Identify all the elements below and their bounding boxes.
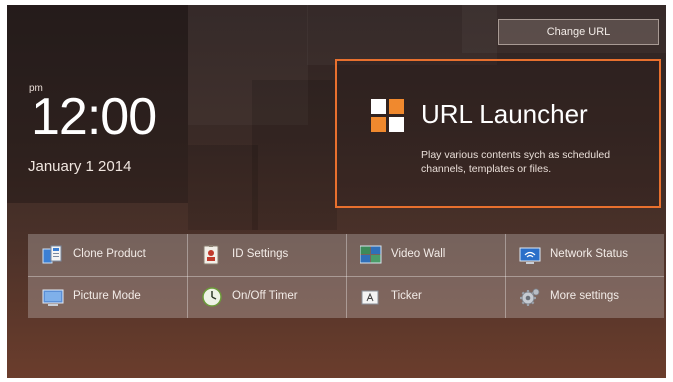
background-tile [252, 80, 337, 230]
clone-product-icon [42, 245, 62, 264]
video-wall-icon [360, 245, 382, 264]
ticker-icon [361, 290, 379, 305]
change-url-button[interactable]: Change URL [498, 19, 659, 45]
menu-item-label: More settings [550, 290, 620, 302]
network-status-icon [519, 247, 541, 264]
url-launcher-logo-icon [371, 99, 405, 133]
menu-item-network-status[interactable]: Network Status [505, 234, 664, 276]
menu-item-more-settings[interactable]: More settings [505, 276, 664, 318]
menu-item-picture-mode[interactable]: Picture Mode [28, 276, 187, 318]
menu-item-video-wall[interactable]: Video Wall [346, 234, 505, 276]
menu-item-label: On/Off Timer [232, 290, 298, 302]
menu-item-label: Clone Product [73, 248, 146, 260]
menu-item-label: ID Settings [232, 248, 289, 260]
menu-item-label: Video Wall [391, 248, 446, 260]
menu-item-on-off-timer[interactable]: On/Off Timer [187, 276, 346, 318]
menu-item-clone-product[interactable]: Clone Product [28, 234, 187, 276]
clock-time: 12:00 [31, 88, 157, 146]
clock-date: January 1 2014 [28, 158, 132, 175]
menu-item-label: Picture Mode [73, 290, 141, 302]
url-launcher-description: Play various contents sych as scheduled … [421, 149, 611, 175]
menu-item-label: Ticker [391, 290, 422, 302]
picture-mode-icon [42, 289, 64, 306]
menu-item-label: Network Status [550, 248, 628, 260]
menu-item-id-settings[interactable]: ID Settings [187, 234, 346, 276]
clock-panel: pm 12:00 January 1 2014 [7, 5, 188, 203]
menu-item-ticker[interactable]: Ticker [346, 276, 505, 318]
on-off-timer-icon [202, 287, 222, 307]
id-settings-icon [203, 245, 219, 265]
settings-menu: Clone Product ID Settings Video Wall Net… [28, 234, 664, 318]
home-screen: pm 12:00 January 1 2014 Change URL URL L… [7, 5, 666, 378]
gear-icon [520, 288, 540, 306]
url-launcher-title: URL Launcher [421, 99, 588, 129]
url-launcher-card[interactable]: URL Launcher Play various contents sych … [335, 59, 661, 208]
background-tile [188, 145, 258, 230]
